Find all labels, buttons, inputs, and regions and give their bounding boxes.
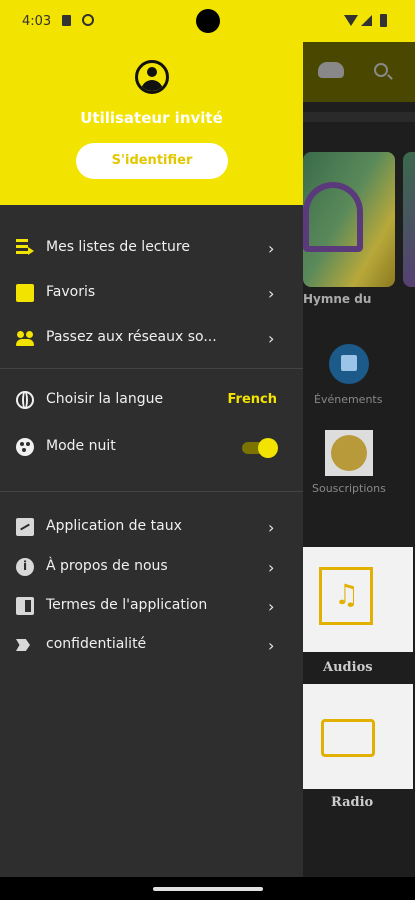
menu-item-label: Choisir la langue [46, 391, 164, 407]
home-gesture-handle[interactable] [153, 887, 263, 891]
system-nav-bar [0, 877, 415, 900]
menu-item-night-mode[interactable]: Mode nuit [0, 428, 303, 466]
info-icon [16, 558, 34, 576]
music-note-icon [319, 567, 373, 625]
status-time: 4:03 [22, 14, 52, 29]
menu-item-label: confidentialité [46, 636, 147, 652]
tab-strip [303, 112, 415, 122]
wifi-icon [344, 15, 358, 26]
privacy-icon [16, 639, 30, 651]
terms-icon [16, 597, 34, 615]
palette-icon [16, 438, 34, 456]
chevron-right-icon: › [268, 558, 275, 577]
calendar-icon[interactable] [329, 344, 369, 384]
chevron-right-icon: › [268, 284, 275, 303]
globe-icon [16, 391, 34, 409]
status-bar: 4:03 [0, 0, 415, 42]
language-value: French [227, 392, 278, 407]
chevron-right-icon: › [268, 239, 275, 258]
menu-item-label: Mes listes de lecture [46, 239, 190, 255]
radio-icon [321, 719, 375, 757]
events-label: Événements [314, 393, 383, 406]
radio-tile[interactable] [303, 684, 413, 789]
featured-card[interactable] [303, 152, 395, 287]
navigation-drawer: Utilisateur invité S'identifier Mes list… [0, 42, 303, 877]
menu-item-label: Favoris [46, 284, 96, 300]
night-mode-toggle[interactable] [240, 437, 278, 458]
menu-item-label: Application de taux [46, 518, 182, 534]
toggle-knob [258, 438, 278, 458]
menu-item-label: Termes de l'application [46, 597, 208, 613]
chevron-right-icon: › [268, 597, 275, 616]
chevron-right-icon: › [268, 329, 275, 348]
cloud-download-icon[interactable] [318, 62, 344, 78]
menu-item-favorites[interactable]: Favoris › [0, 274, 303, 312]
battery-icon [380, 14, 387, 27]
subscriptions-label: Souscriptions [312, 482, 386, 495]
featured-card-next[interactable] [403, 152, 415, 287]
playlist-icon [16, 239, 28, 257]
chevron-right-icon: › [268, 636, 275, 655]
subscriptions-image[interactable] [325, 430, 373, 476]
user-name: Utilisateur invité [80, 109, 223, 127]
divider [0, 368, 303, 369]
menu-item-language[interactable]: Choisir la langue French [0, 381, 303, 419]
search-icon[interactable] [374, 63, 388, 77]
account-icon [135, 60, 169, 94]
playlist-play-icon [28, 247, 34, 255]
menu-item-rate-app[interactable]: Application de taux › [0, 508, 303, 546]
download-icon [82, 14, 94, 26]
audios-tile[interactable] [303, 547, 413, 652]
menu-item-social[interactable]: Passez aux réseaux so... › [0, 319, 303, 357]
menu-item-privacy[interactable]: confidentialité › [0, 626, 303, 664]
menu-item-label: À propos de nous [46, 558, 168, 574]
rate-icon [16, 518, 34, 536]
camera-cutout [196, 9, 220, 33]
audios-label: Audios [323, 660, 373, 675]
radio-label: Radio [331, 795, 374, 810]
menu-item-label: Mode nuit [46, 438, 116, 454]
login-button[interactable]: S'identifier [76, 143, 228, 179]
menu-item-playlists[interactable]: Mes listes de lecture › [0, 229, 303, 267]
menu-item-label: Passez aux réseaux so... [46, 329, 217, 345]
drawer-header: Utilisateur invité S'identifier [0, 42, 303, 205]
menu-item-terms[interactable]: Termes de l'application › [0, 587, 303, 625]
menu-item-about[interactable]: À propos de nous › [0, 548, 303, 586]
sim-card-icon [62, 15, 71, 26]
card-title: Hymne du [303, 292, 372, 306]
favorites-icon [16, 284, 34, 302]
signal-icon [361, 15, 372, 26]
people-icon [16, 329, 34, 347]
divider [0, 491, 303, 492]
chevron-right-icon: › [268, 518, 275, 537]
headphones-image [303, 182, 363, 252]
